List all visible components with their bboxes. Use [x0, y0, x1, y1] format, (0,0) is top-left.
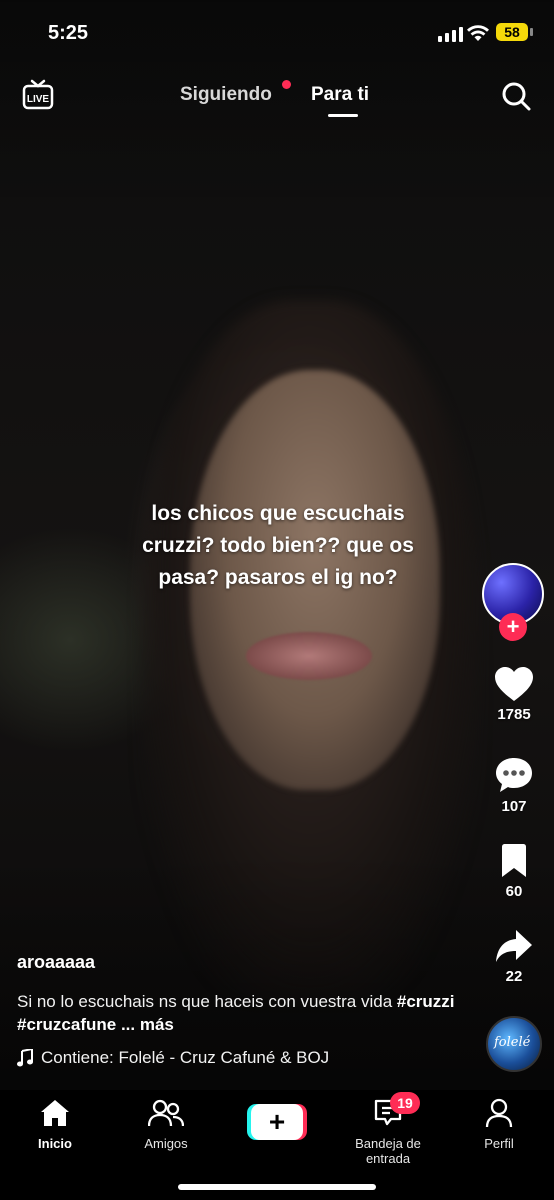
tab-for-you[interactable]: Para ti: [311, 84, 369, 106]
music-info[interactable]: Contiene: Folelé - Cruz Cafuné & BOJ: [17, 1048, 329, 1068]
follow-plus-button[interactable]: +: [499, 613, 527, 641]
tab-following[interactable]: Siguiendo: [180, 84, 272, 106]
status-time: 5:25: [48, 22, 89, 44]
search-icon[interactable]: [500, 80, 532, 112]
tab-friends[interactable]: Amigos: [111, 1090, 221, 1151]
save-button[interactable]: 60: [484, 843, 544, 900]
post-description: Si no lo escuchais ns que haceis con vue…: [17, 990, 457, 1036]
more-link[interactable]: ... más: [121, 1015, 174, 1034]
following-notification-dot: [282, 80, 291, 89]
wifi-icon: [467, 25, 489, 41]
post-username[interactable]: aroaaaaa: [17, 952, 95, 973]
bookmark-icon: [502, 844, 526, 877]
like-button[interactable]: 1785: [484, 666, 544, 723]
share-button[interactable]: 22: [484, 928, 544, 985]
battery-tip: [530, 28, 533, 36]
svg-text:LIVE: LIVE: [27, 94, 50, 105]
home-icon: [41, 1100, 69, 1126]
description-text: Si no lo escuchais ns que haceis con vue…: [17, 992, 397, 1011]
disc-cover-text: folelé: [494, 1035, 531, 1050]
cell-signal-icon: [438, 27, 463, 42]
save-count: 60: [505, 883, 523, 900]
tab-inbox[interactable]: Bandeja de entrada: [333, 1090, 443, 1166]
music-disc[interactable]: folelé: [486, 1016, 542, 1072]
profile-icon: [485, 1098, 513, 1128]
status-bar: 5:25 58: [0, 0, 554, 64]
tab-home[interactable]: Inicio: [0, 1090, 110, 1151]
comment-count: 107: [501, 798, 527, 815]
tab-friends-label: Amigos: [144, 1136, 188, 1151]
video-overlay-text: los chicos que escuchais cruzzi? todo bi…: [142, 502, 414, 589]
share-arrow-icon: [496, 930, 532, 962]
active-tab-indicator: [328, 114, 358, 117]
comment-bubble-icon: [496, 758, 532, 792]
create-button[interactable]: +: [247, 1104, 307, 1140]
heart-icon: [495, 667, 533, 701]
plus-icon: +: [251, 1104, 303, 1140]
comment-button[interactable]: 107: [484, 756, 544, 815]
share-count: 22: [505, 968, 523, 985]
hashtag-link[interactable]: #cruzcafune: [17, 1015, 116, 1034]
battery-icon: 58: [496, 23, 528, 41]
music-title: Contiene: Folelé - Cruz Cafuné & BOJ: [41, 1048, 330, 1067]
music-note-icon: [17, 1049, 33, 1067]
home-indicator: [178, 1184, 376, 1190]
tab-inbox-label: Bandeja de entrada: [355, 1136, 421, 1166]
tab-home-label: Inicio: [38, 1136, 72, 1151]
hashtag-link[interactable]: #cruzzi: [397, 992, 455, 1011]
friends-icon: [147, 1099, 185, 1127]
live-tv-icon[interactable]: LIVE: [22, 79, 54, 111]
like-count: 1785: [497, 706, 531, 723]
tab-profile-label: Perfil: [484, 1136, 514, 1151]
tab-profile[interactable]: Perfil: [444, 1090, 554, 1151]
inbox-badge: 19: [390, 1092, 420, 1114]
